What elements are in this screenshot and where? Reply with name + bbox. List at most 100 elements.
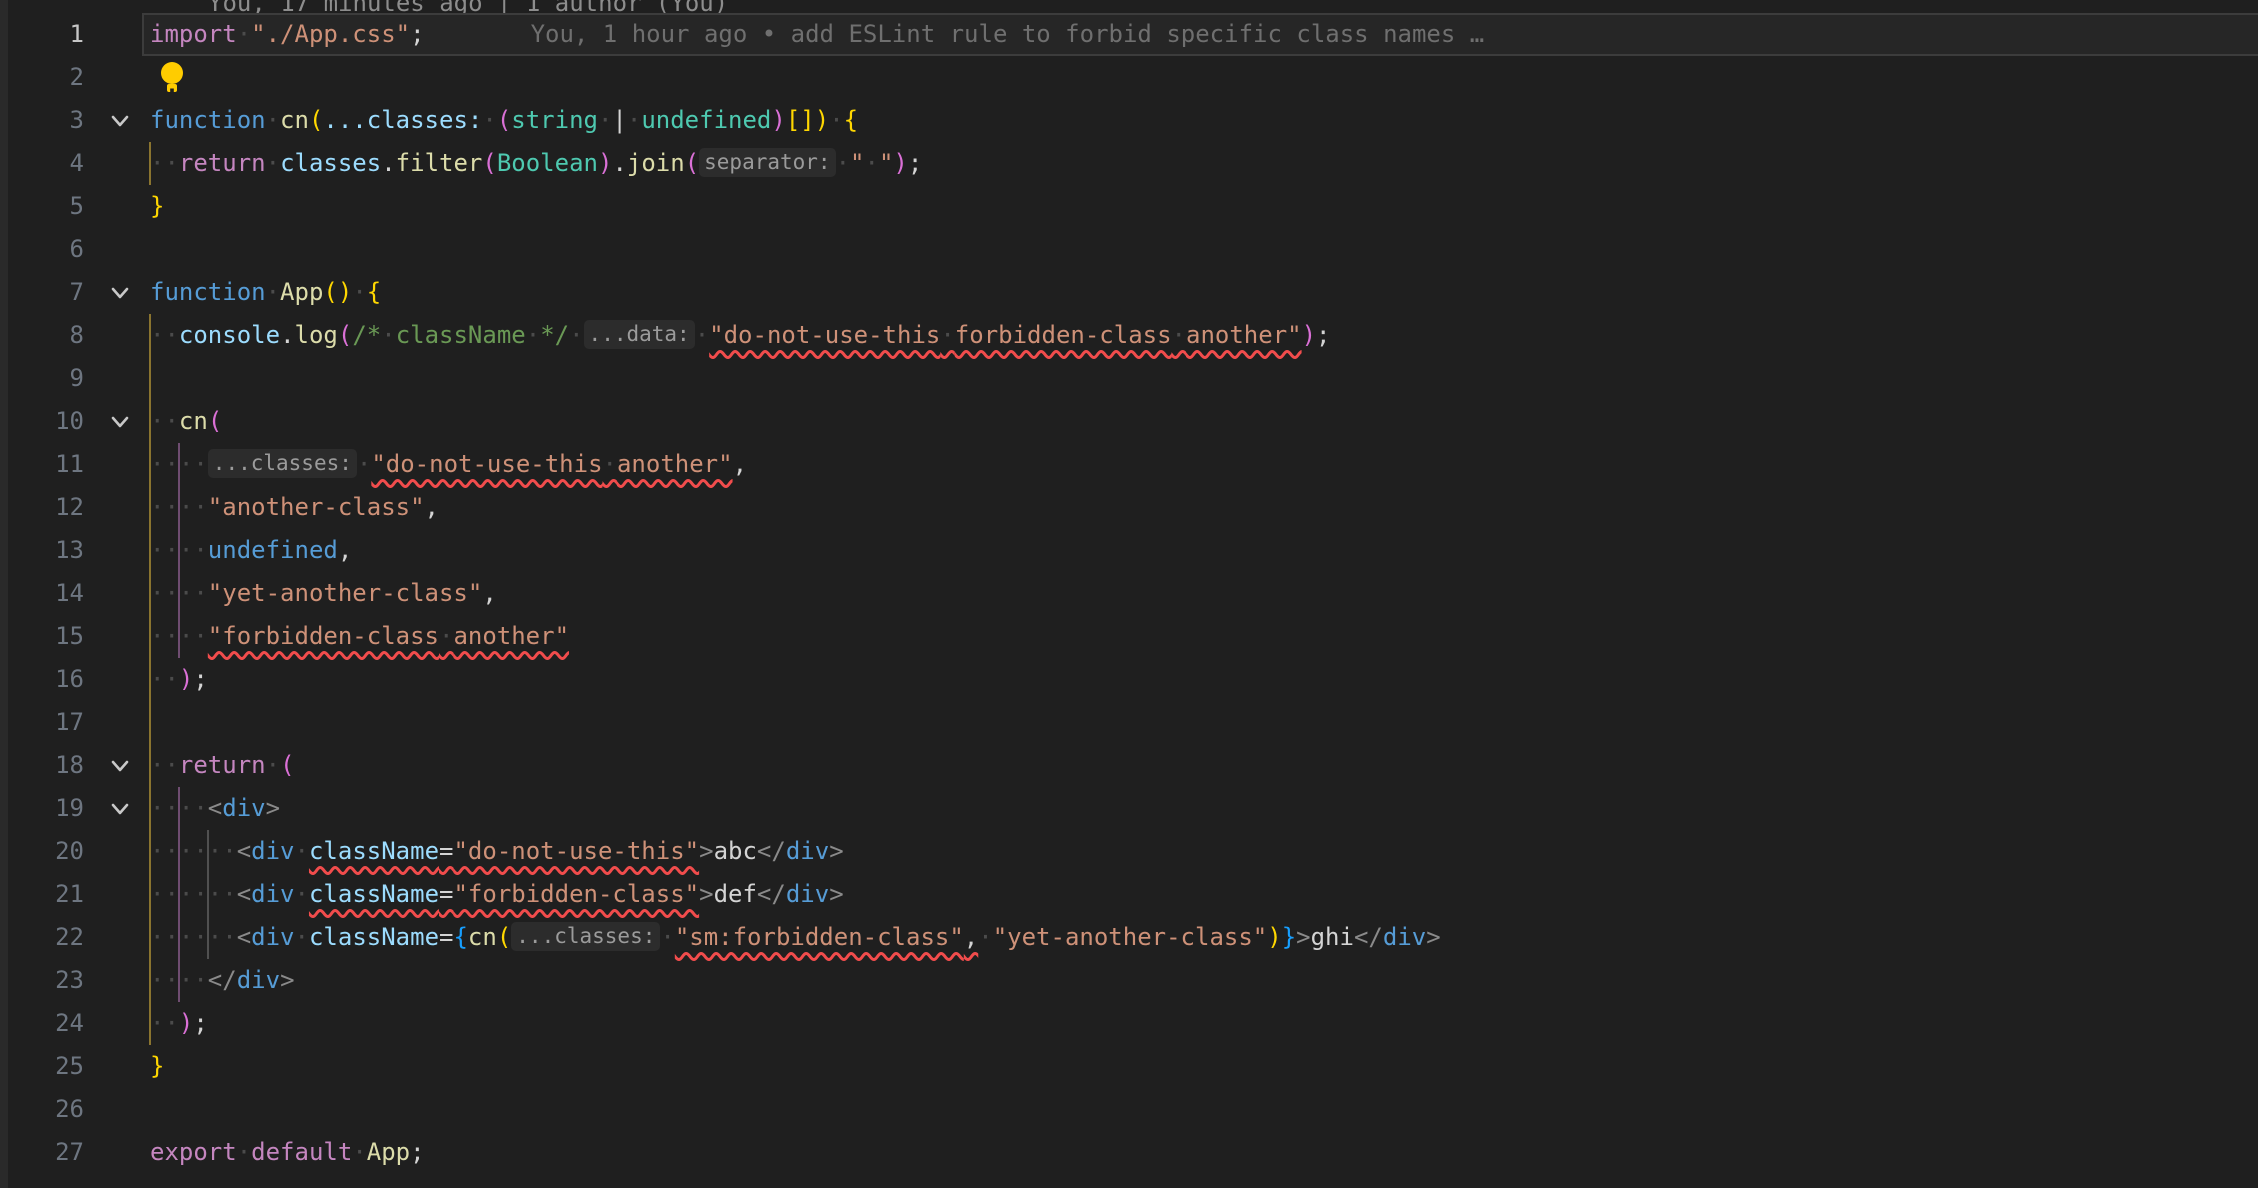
quick-fix-lightbulb-icon[interactable]	[156, 60, 188, 98]
code-token: App	[280, 278, 323, 306]
code-line[interactable]: 5}	[0, 185, 2258, 228]
code-token: another"	[453, 622, 569, 650]
line-number[interactable]: 14	[0, 572, 84, 615]
line-number[interactable]: 20	[0, 830, 84, 873]
code-line[interactable]: 14····"yet-another-class",	[0, 572, 2258, 615]
code-token: ·	[1172, 321, 1186, 349]
code-line[interactable]: 13····undefined,	[0, 529, 2258, 572]
code-line[interactable]: 22······<div·className={cn(...classes:·"…	[0, 916, 2258, 959]
line-number[interactable]: 18	[0, 744, 84, 787]
code-line[interactable]: 20 ······<div·className="do-not-use-this"…	[0, 830, 2258, 873]
code-line[interactable]: 24··);	[0, 1002, 2258, 1045]
line-number[interactable]: 10	[0, 400, 84, 443]
code-token: "	[850, 149, 864, 177]
inline-blame-annotation: You, 1 hour ago • add ESLint rule to for…	[531, 20, 1485, 48]
code-token: </	[757, 837, 786, 865]
fold-chevron-down-icon[interactable]	[96, 271, 144, 314]
code-line-content: ······<div·className="do-not-use-this">a…	[150, 830, 844, 873]
code-token: div	[786, 837, 829, 865]
code-line[interactable]: 26	[0, 1088, 2258, 1131]
code-line[interactable]: 11····...classes:·"do-not-use-this·anoth…	[0, 443, 2258, 486]
git-codelens-annotation[interactable]: You, 17 minutes ago | 1 author (You)	[208, 0, 2258, 13]
code-token: =	[439, 880, 453, 908]
line-number[interactable]: 3	[0, 99, 84, 142]
code-token: ····	[150, 794, 208, 822]
line-number[interactable]: 27	[0, 1131, 84, 1174]
code-token: ····	[150, 579, 208, 607]
code-line-content: }	[150, 185, 164, 228]
code-token: ;	[1316, 321, 1330, 349]
line-number[interactable]: 8	[0, 314, 84, 357]
code-token: div	[251, 880, 294, 908]
code-line[interactable]: 4··return·classes.filter(Boolean).join(s…	[0, 142, 2258, 185]
code-line[interactable]: 17	[0, 701, 2258, 744]
line-number[interactable]: 11	[0, 443, 84, 486]
code-line[interactable]: 16 ··);	[0, 658, 2258, 701]
line-number[interactable]: 1	[0, 13, 84, 56]
line-number[interactable]: 15	[0, 615, 84, 658]
code-token: div	[251, 923, 294, 951]
code-token: ·	[829, 106, 843, 134]
line-number[interactable]: 23	[0, 959, 84, 1002]
code-token: ·	[598, 106, 612, 134]
code-line[interactable]: 7function·App()·{	[0, 271, 2258, 314]
code-token: (	[208, 407, 222, 435]
line-number[interactable]: 7	[0, 271, 84, 314]
code-line[interactable]: 19····<div>	[0, 787, 2258, 830]
code-token: .	[612, 149, 626, 177]
code-line[interactable]: 10··cn(	[0, 400, 2258, 443]
code-token: ·	[569, 321, 583, 349]
code-line[interactable]: 6	[0, 228, 2258, 271]
code-token: ·	[357, 450, 371, 478]
code-line[interactable]: 2	[0, 56, 2258, 99]
fold-chevron-down-icon[interactable]	[96, 400, 144, 443]
line-number[interactable]: 21	[0, 873, 84, 916]
line-number[interactable]: 2	[0, 56, 84, 99]
fold-chevron-down-icon[interactable]	[96, 99, 144, 142]
code-line[interactable]: 1import·"./App.css";You, 1 hour ago • ad…	[0, 13, 2258, 56]
line-number[interactable]: 25	[0, 1045, 84, 1088]
code-line[interactable]: 27export·default·App;	[0, 1131, 2258, 1174]
code-line[interactable]: 8··console.log(/*·className·*/·...data:·…	[0, 314, 2258, 357]
code-token: <	[237, 880, 251, 908]
code-line[interactable]: 3function·cn(...classes:·(string·|·undef…	[0, 99, 2258, 142]
line-number[interactable]: 24	[0, 1002, 84, 1045]
code-line[interactable]: 15····"forbidden-class·another"	[0, 615, 2258, 658]
code-token: ·	[864, 149, 878, 177]
line-number[interactable]: 19	[0, 787, 84, 830]
code-token: ...classes:	[323, 106, 482, 134]
code-line[interactable]: 18··return·(	[0, 744, 2258, 787]
code-line[interactable]: 25}	[0, 1045, 2258, 1088]
inlay-hint: ...classes:	[208, 449, 357, 478]
code-line[interactable]: 12····"another-class",	[0, 486, 2258, 529]
fold-chevron-down-icon[interactable]	[96, 787, 144, 830]
code-token: "	[879, 149, 893, 177]
line-number[interactable]: 26	[0, 1088, 84, 1131]
line-number[interactable]: 13	[0, 529, 84, 572]
code-token: ····	[150, 622, 208, 650]
code-line-content: ····</div>	[150, 959, 295, 1002]
line-number[interactable]: 17	[0, 701, 84, 744]
code-token: ,	[338, 536, 352, 564]
code-line[interactable]: 23 ····</div>	[0, 959, 2258, 1002]
line-number[interactable]: 9	[0, 357, 84, 400]
code-token: another"	[617, 450, 733, 478]
code-token: ······	[150, 923, 237, 951]
code-line[interactable]: 9	[0, 357, 2258, 400]
code-token: */	[540, 321, 569, 349]
line-number[interactable]: 12	[0, 486, 84, 529]
line-number[interactable]: 5	[0, 185, 84, 228]
code-token: "do-not-use-this"	[453, 837, 699, 865]
line-number[interactable]: 22	[0, 916, 84, 959]
line-number[interactable]: 16	[0, 658, 84, 701]
line-number[interactable]: 4	[0, 142, 84, 185]
code-token: >	[1296, 923, 1310, 951]
code-line-content: ··);	[150, 658, 208, 701]
code-token: ghi	[1311, 923, 1354, 951]
line-number[interactable]: 6	[0, 228, 84, 271]
code-token: >	[1426, 923, 1440, 951]
inlay-hint: ...classes:	[511, 922, 660, 951]
code-line[interactable]: 21······<div·className="forbidden-class"…	[0, 873, 2258, 916]
fold-chevron-down-icon[interactable]	[96, 744, 144, 787]
code-token: /*	[352, 321, 381, 349]
